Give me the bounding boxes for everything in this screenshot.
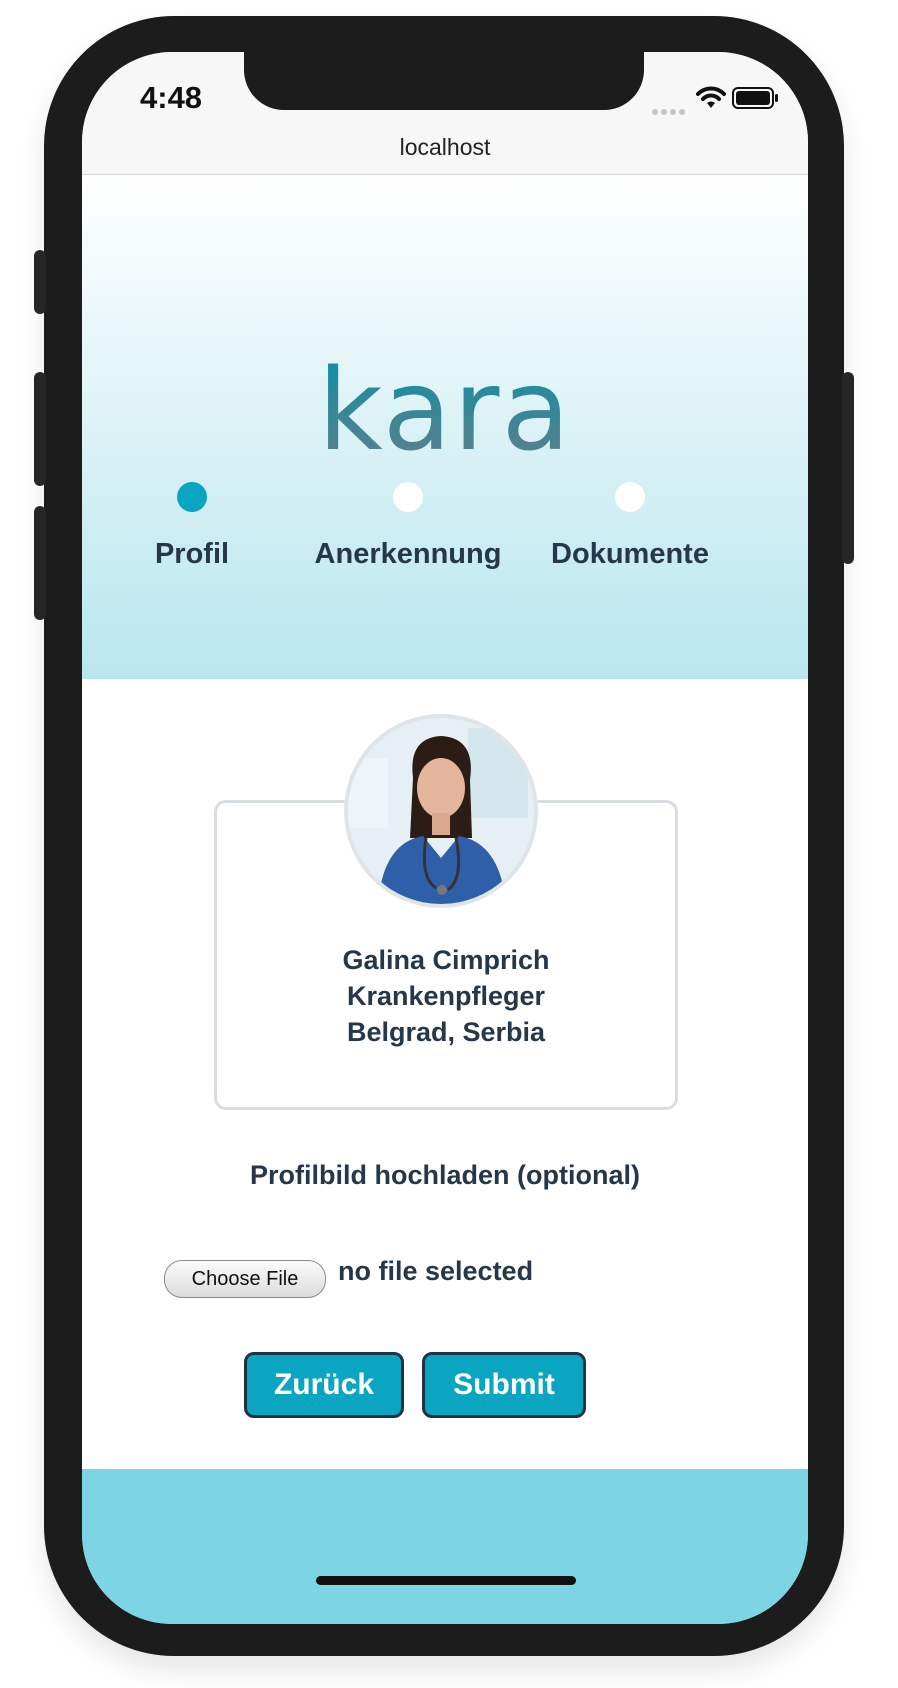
battery-icon <box>732 87 778 109</box>
step-dot-icon <box>393 482 423 512</box>
page: 4:48 localhost kara Profil Anerkennung D… <box>0 0 898 1688</box>
step-anerkennung[interactable]: Anerkennung <box>308 482 508 571</box>
profile-photo <box>348 718 534 904</box>
notch <box>244 52 644 110</box>
step-dot-active-icon <box>177 482 207 512</box>
step-label: Profil <box>154 538 230 570</box>
mute-switch <box>34 250 46 314</box>
step-profil[interactable]: Profil <box>92 482 292 571</box>
profile-details: Galina Cimprich Krankenpfleger Belgrad, … <box>214 942 678 1050</box>
file-status-text: no file selected <box>338 1256 534 1286</box>
step-dokumente[interactable]: Dokumente <box>530 482 730 571</box>
profile-location: Belgrad, Serbia <box>346 1017 546 1047</box>
volume-down-button <box>34 506 46 620</box>
screen: 4:48 localhost kara Profil Anerkennung D… <box>82 52 808 1624</box>
avatar <box>344 714 538 908</box>
profile-name: Galina Cimprich <box>342 945 550 975</box>
volume-up-button <box>34 372 46 486</box>
status-time: 4:48 <box>140 80 203 115</box>
wifi-icon <box>696 86 726 108</box>
kara-logo: kara <box>82 355 808 467</box>
address-bar-url[interactable]: localhost <box>82 134 808 161</box>
footer-band <box>82 1469 808 1624</box>
step-label: Dokumente <box>551 538 709 570</box>
step-dot-icon <box>615 482 645 512</box>
profile-profession: Krankenpfleger <box>346 981 546 1011</box>
step-label: Anerkennung <box>314 538 502 570</box>
signal-icon <box>652 102 688 120</box>
power-button <box>842 372 854 564</box>
back-button[interactable]: Zurück <box>244 1352 404 1418</box>
upload-heading: Profilbild hochladen (optional) <box>250 1160 640 1190</box>
choose-file-button[interactable]: Choose File <box>164 1260 326 1298</box>
submit-button[interactable]: Submit <box>422 1352 586 1418</box>
header-banner: kara Profil Anerkennung Dokumente <box>82 175 808 679</box>
home-indicator[interactable] <box>316 1576 576 1585</box>
